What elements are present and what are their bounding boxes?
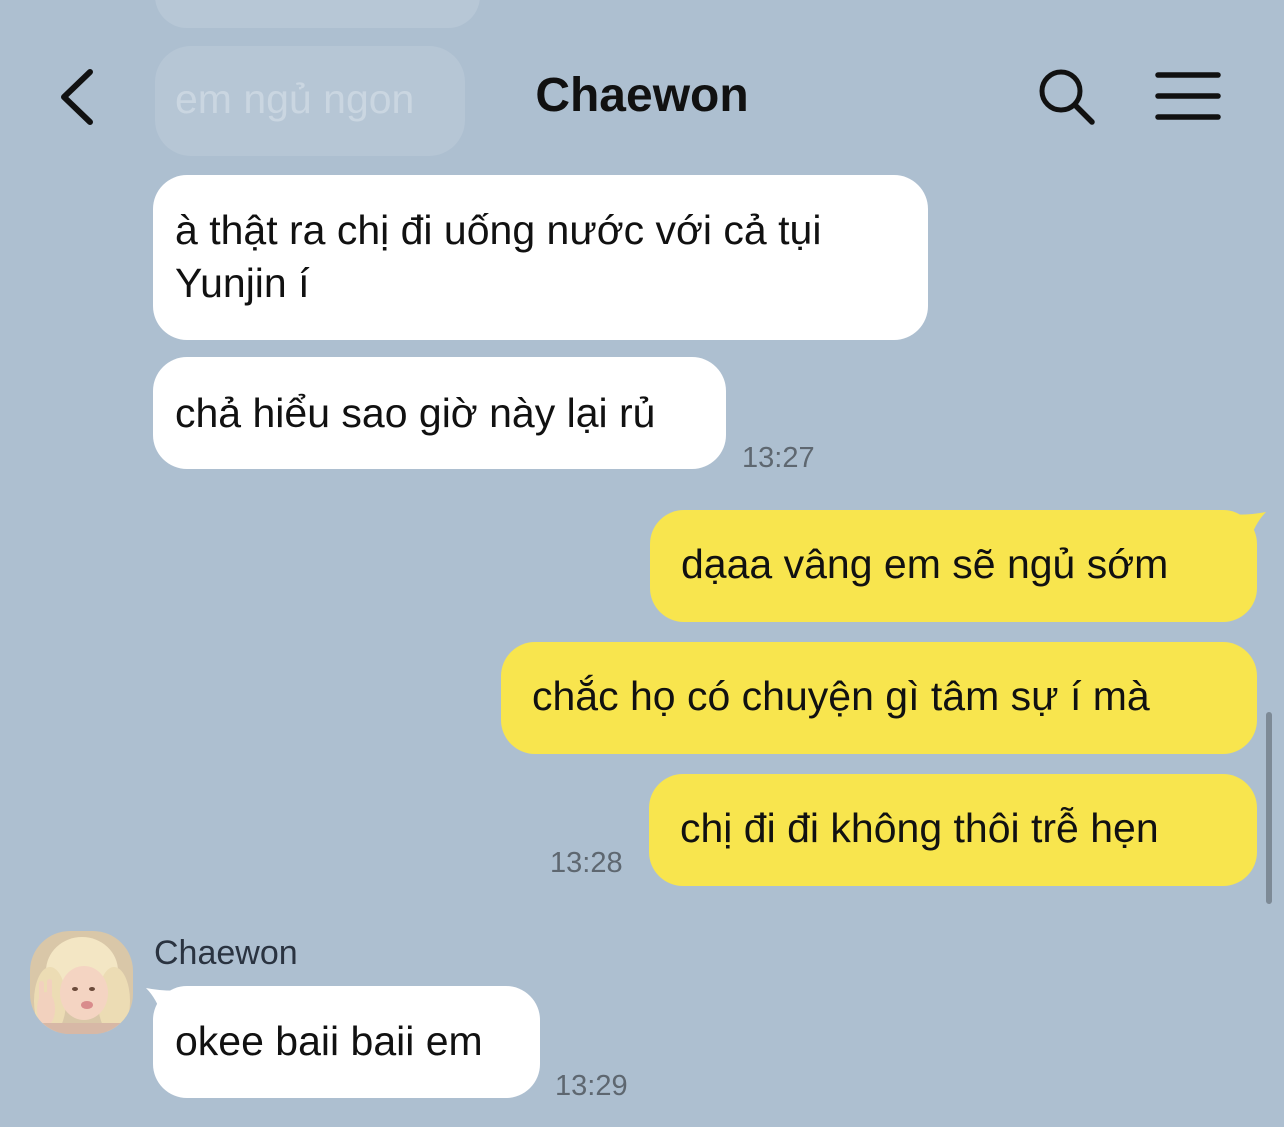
message-timestamp: 13:27: [742, 442, 815, 474]
message-bubble-incoming[interactable]: à thật ra chị đi uống nước với cả tụi Yu…: [153, 175, 928, 340]
hamburger-menu-icon[interactable]: [1154, 70, 1222, 122]
message-bubble-outgoing[interactable]: dạaa vâng em sẽ ngủ sớm: [650, 510, 1257, 622]
message-text: chắc họ có chuyện gì tâm sự í mà: [532, 673, 1150, 719]
avatar[interactable]: [30, 931, 133, 1034]
message-bubble-incoming[interactable]: okee baii baii em: [153, 986, 540, 1098]
faded-message-text: em ngủ ngon: [175, 76, 415, 122]
chat-title: Chaewon: [535, 69, 749, 122]
message-text: chả hiểu sao giờ này lại rủ: [175, 390, 656, 436]
sender-name: Chaewon: [154, 934, 298, 972]
message-text: chị đi đi không thôi trễ hẹn: [680, 805, 1159, 851]
message-bubble-outgoing[interactable]: chị đi đi không thôi trễ hẹn: [649, 774, 1257, 886]
message-bubble-incoming[interactable]: chả hiểu sao giờ này lại rủ: [153, 357, 726, 469]
message-text: à thật ra chị đi uống nước với cả tụi Yu…: [175, 207, 822, 306]
scrollbar[interactable]: [1266, 712, 1272, 904]
message-bubble-outgoing[interactable]: chắc họ có chuyện gì tâm sự í mà: [501, 642, 1257, 754]
message-timestamp: 13:29: [555, 1070, 628, 1102]
search-icon[interactable]: [1036, 66, 1098, 128]
chevron-left-icon[interactable]: [52, 64, 102, 130]
message-timestamp: 13:28: [550, 847, 623, 879]
faded-message-bubble-top: [155, 0, 480, 28]
message-text: okee baii baii em: [175, 1018, 483, 1064]
message-text: dạaa vâng em sẽ ngủ sớm: [681, 541, 1169, 587]
